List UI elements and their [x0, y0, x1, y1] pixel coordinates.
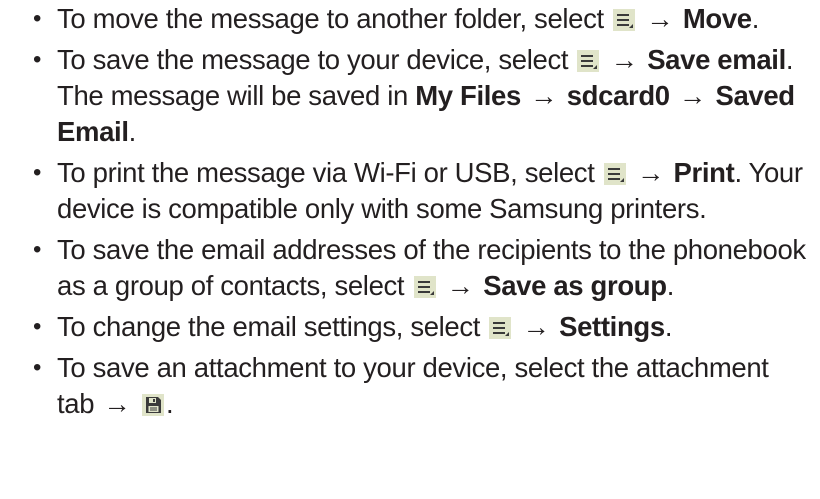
list-item: • To save the email addresses of the rec…	[0, 232, 820, 304]
arrow: →	[610, 44, 639, 75]
item-text: .	[165, 388, 174, 419]
menu-option-print: Print	[673, 157, 735, 188]
arrow: →	[522, 311, 551, 342]
menu-icon	[603, 163, 626, 185]
bullet: •	[33, 313, 42, 340]
arrow: →	[530, 80, 558, 111]
item-text: To print the message via Wi-Fi or USB, s…	[57, 157, 595, 188]
bullet: •	[33, 46, 42, 73]
list-item: • To change the email settings, select →…	[0, 309, 820, 345]
item-text: To change the email settings, select	[57, 311, 481, 342]
arrow: →	[446, 270, 475, 301]
arrow: →	[646, 3, 674, 34]
bullet-list: • To move the message to another folder,…	[0, 1, 820, 422]
menu-option-save-email: Save email	[647, 44, 786, 75]
list-item: • To print the message via Wi-Fi or USB,…	[0, 155, 820, 227]
menu-option-settings: Settings	[559, 311, 665, 342]
menu-icon	[413, 276, 436, 298]
list-item: • To save an attachment to your device, …	[0, 350, 820, 422]
arrow: →	[679, 80, 707, 111]
bullet: •	[33, 159, 42, 186]
path-sdcard0: sdcard0	[566, 80, 670, 111]
item-text: To save the message to your device, sele…	[57, 44, 569, 75]
menu-option-save-as-group: Save as group	[483, 270, 667, 301]
item-text: .	[666, 270, 675, 301]
list-item: • To save the message to your device, se…	[0, 42, 820, 150]
menu-icon	[489, 317, 512, 339]
bullet: •	[33, 236, 42, 263]
item-text: .	[128, 116, 137, 147]
item-text: .	[664, 311, 673, 342]
menu-icon	[613, 9, 636, 31]
path-my-files: My Files	[415, 80, 521, 111]
arrow: →	[103, 388, 131, 419]
arrow: →	[637, 157, 665, 188]
save-disk-icon	[141, 394, 164, 416]
item-text: To move the message to another folder, s…	[57, 3, 604, 34]
list-item: • To move the message to another folder,…	[0, 1, 820, 37]
menu-option-move: Move	[682, 3, 752, 34]
item-text: .	[751, 3, 760, 34]
menu-icon	[577, 50, 600, 72]
document-page: • To move the message to another folder,…	[0, 0, 820, 499]
bullet: •	[33, 354, 42, 381]
bullet: •	[33, 5, 42, 32]
